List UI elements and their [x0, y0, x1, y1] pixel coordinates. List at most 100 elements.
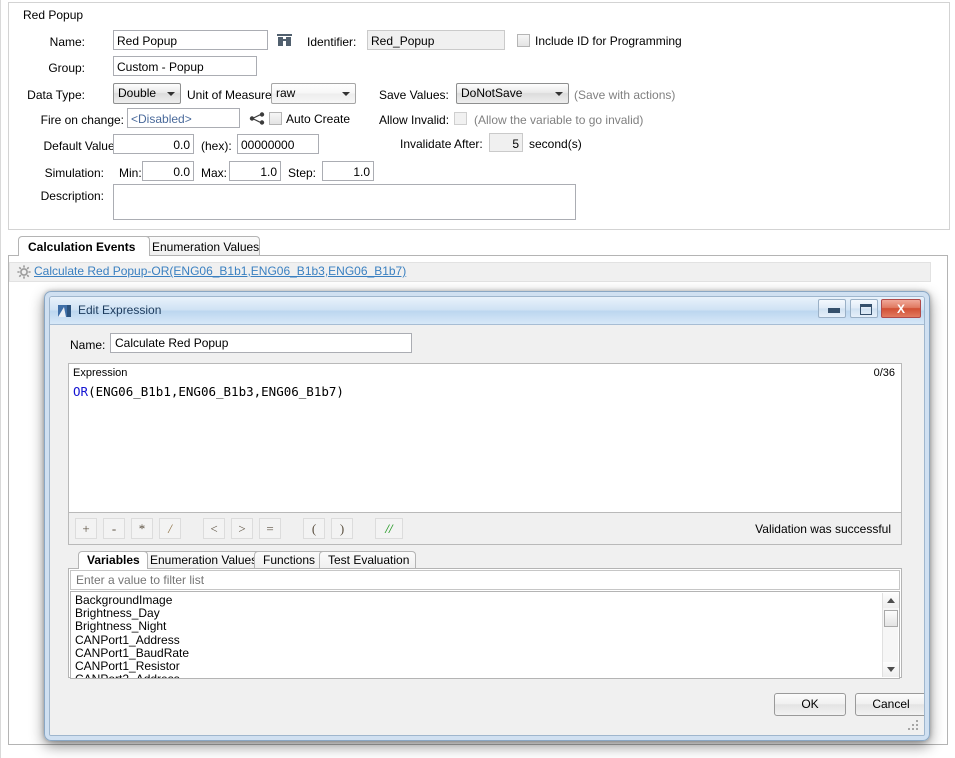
scrollbar-thumb[interactable] [884, 610, 898, 627]
tab-enumeration-values[interactable]: Enumeration Values [142, 236, 260, 256]
save-values-note: (Save with actions) [574, 88, 676, 102]
tab-functions[interactable]: Functions [254, 551, 326, 569]
filter-input[interactable] [70, 570, 900, 590]
tab-dialog-enumeration-values[interactable]: Enumeration Values [141, 551, 261, 569]
expression-rest: (ENG06_B1b1,ENG06_B1b3,ENG06_B1b7) [88, 384, 344, 399]
grid-icon[interactable] [277, 33, 292, 47]
edit-expression-dialog: Edit Expression X Name: Calculate Red Po… [49, 296, 925, 736]
resize-grip[interactable] [908, 720, 920, 732]
list-item[interactable]: CANPort1_Address [71, 633, 899, 647]
simulation-label: Simulation: [44, 166, 104, 180]
description-label: Description: [40, 189, 104, 203]
operator-greater-than-button[interactable]: > [231, 518, 253, 539]
edit-expression-dialog-frame: Edit Expression X Name: Calculate Red Po… [44, 291, 930, 741]
expression-name-label: Name: [70, 338, 106, 352]
list-item[interactable]: CANPort1_Resistor [71, 659, 899, 673]
list-item[interactable]: CANPort2_Address [71, 673, 899, 678]
step-label: Step: [288, 166, 317, 180]
identifier-label: Identifier: [307, 35, 357, 49]
operator-close-paren-button[interactable]: ) [331, 518, 353, 539]
cancel-button[interactable]: Cancel [855, 693, 924, 716]
expression-name-input[interactable]: Calculate Red Popup [110, 333, 412, 353]
operator-equals-button[interactable]: = [259, 518, 281, 539]
default-value-input[interactable]: 0.0 [113, 134, 194, 154]
app-root: Red Popup Name: Red Popup Identifier: Re… [0, 0, 955, 758]
minimize-icon [828, 308, 840, 313]
default-value-label: Default Value: [43, 139, 119, 153]
include-id-label: Include ID for Programming [535, 34, 682, 48]
tab-calculation-events[interactable]: Calculation Events [18, 236, 150, 256]
maximize-button[interactable] [850, 299, 878, 318]
expression-text: OR(ENG06_B1b1,ENG06_B1b3,ENG06_B1b7) [73, 384, 897, 399]
chevron-down-icon [342, 92, 350, 96]
step-input[interactable]: 1.0 [322, 161, 374, 181]
dialog-titlebar[interactable]: Edit Expression X [50, 297, 924, 325]
operator-less-than-button[interactable]: < [203, 518, 225, 539]
maximize-icon [860, 304, 872, 315]
calculation-event-link[interactable]: Calculate Red Popup-OR(ENG06_B1b1,ENG06_… [34, 264, 406, 278]
min-label: Min: [119, 166, 142, 180]
min-input[interactable]: 0.0 [142, 161, 194, 181]
max-input[interactable]: 1.0 [229, 161, 281, 181]
chevron-down-icon [887, 667, 895, 672]
close-button[interactable]: X [881, 299, 921, 318]
branch-icon[interactable] [249, 112, 265, 125]
description-input[interactable] [113, 184, 576, 220]
variables-list[interactable]: BackgroundImage Brightness_Day Brightnes… [70, 591, 900, 679]
scroll-down-button[interactable] [883, 662, 899, 677]
group-label: Group: [48, 61, 85, 75]
max-label: Max: [201, 166, 228, 180]
expression-counter: 0/36 [873, 367, 895, 379]
tab-calculation-events-label: Calculation Events [28, 240, 136, 254]
tab-enumeration-values-label: Enumeration Values [152, 240, 260, 254]
operator-multiply-button[interactable]: * [131, 518, 153, 539]
operator-open-paren-button[interactable]: ( [303, 518, 325, 539]
form-tabstrip: Calculation Events Enumeration Values [8, 236, 948, 256]
expression-editor[interactable]: Expression 0/36 OR(ENG06_B1b1,ENG06_B1b3… [68, 363, 902, 513]
name-input[interactable]: Red Popup [113, 30, 268, 50]
invalidate-after-input[interactable]: 5 [489, 133, 523, 152]
list-item[interactable]: Brightness_Night [71, 620, 899, 633]
tab-functions-label: Functions [263, 553, 316, 567]
name-label: Name: [49, 35, 85, 49]
save-values-value: DoNotSave [461, 86, 523, 100]
close-icon: X [896, 302, 905, 316]
chevron-down-icon [167, 92, 175, 96]
data-type-select[interactable]: Double [113, 83, 181, 104]
expression-keyword: OR [73, 384, 89, 399]
operator-divide-button[interactable]: / [159, 518, 181, 539]
identifier-input[interactable]: Red_Popup [367, 30, 505, 50]
tab-test-evaluation[interactable]: Test Evaluation [319, 551, 416, 569]
include-id-checkbox[interactable] [517, 34, 530, 47]
data-type-value: Double [118, 86, 157, 100]
list-item[interactable]: Brightness_Day [71, 607, 899, 620]
dialog-body: Name: Calculate Red Popup Expression 0/3… [50, 325, 924, 735]
allow-invalid-checkbox[interactable] [454, 112, 467, 125]
unit-of-measure-value: raw [276, 86, 296, 100]
data-type-label: Data Type: [27, 88, 85, 102]
operator-minus-button[interactable]: - [103, 518, 125, 539]
invalidate-after-unit: second(s) [529, 137, 582, 151]
operator-plus-button[interactable]: + [75, 518, 97, 539]
allow-invalid-note: (Allow the variable to go invalid) [474, 113, 644, 127]
fire-on-change-input[interactable]: <Disabled> [127, 108, 240, 128]
expression-label: Expression [73, 367, 128, 379]
operator-comment-button[interactable]: // [375, 518, 403, 539]
list-item[interactable]: BackgroundImage [71, 593, 899, 607]
dialog-title: Edit Expression [78, 303, 162, 317]
operator-toolbar: + - * / < > = ( ) // Validation was succ… [68, 513, 902, 545]
window-left-edge [0, 0, 1, 758]
save-values-select[interactable]: DoNotSave [456, 83, 569, 104]
auto-create-checkbox[interactable] [269, 112, 282, 125]
variables-list-scrollbar[interactable] [882, 593, 899, 677]
save-values-label: Save Values: [379, 88, 449, 102]
list-item[interactable]: CANPort1_BaudRate [71, 646, 899, 660]
unit-of-measure-select[interactable]: raw [271, 83, 356, 104]
minimize-button[interactable] [818, 299, 846, 318]
group-input[interactable]: Custom - Popup [113, 56, 257, 76]
scroll-up-button[interactable] [883, 593, 899, 608]
tab-variables[interactable]: Variables [78, 551, 148, 569]
unit-of-measure-label: Unit of Measure: [187, 88, 276, 102]
ok-button[interactable]: OK [774, 693, 846, 716]
hex-input[interactable]: 00000000 [237, 134, 319, 154]
